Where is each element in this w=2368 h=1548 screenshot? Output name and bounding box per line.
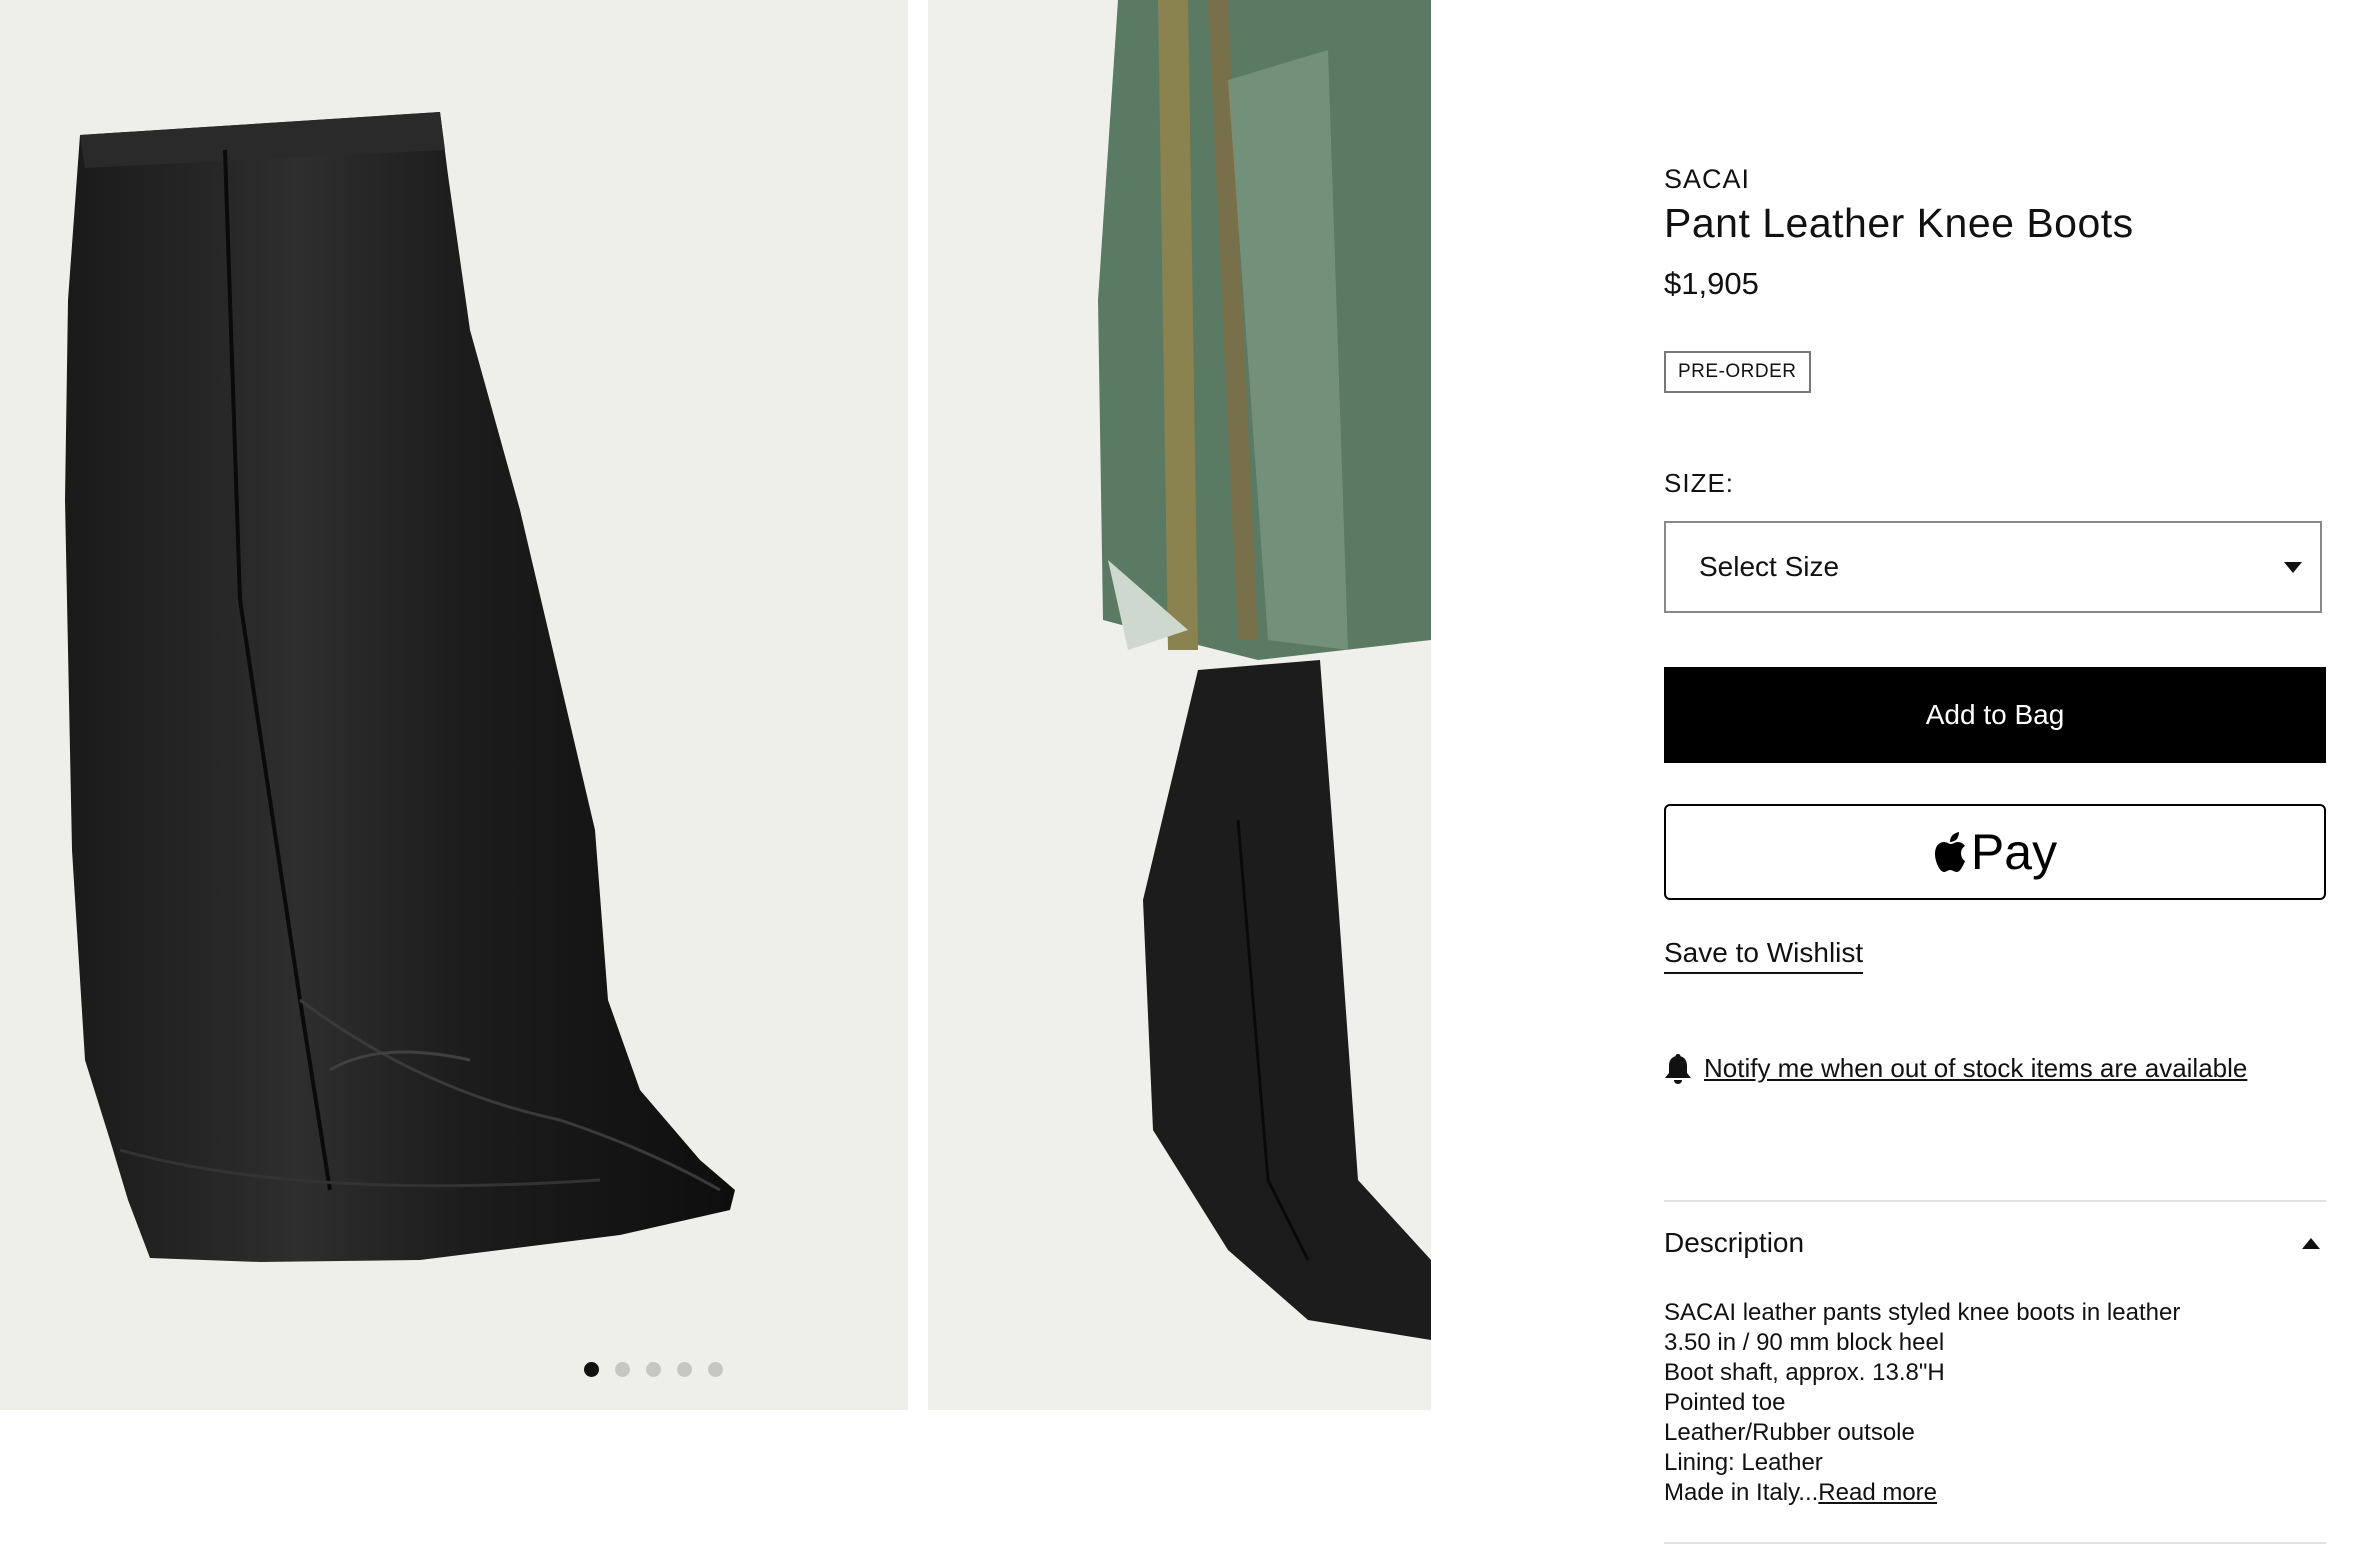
description-line: Made in Italy...: [1664, 1479, 1819, 1506]
description-body: SACAI leather pants styled knee boots in…: [1664, 1298, 2180, 1508]
description-line: Leather/Rubber outsole: [1664, 1419, 1915, 1446]
size-label: SIZE:: [1664, 468, 1735, 498]
carousel-dot[interactable]: [677, 1362, 692, 1377]
description-toggle[interactable]: Description: [1664, 1227, 2326, 1259]
chevron-up-icon: [2302, 1237, 2320, 1249]
carousel-dot[interactable]: [615, 1362, 630, 1377]
save-to-wishlist-link[interactable]: Save to Wishlist: [1664, 937, 1864, 974]
carousel-dots: [584, 1362, 723, 1377]
apple-pay-label: Pay: [1970, 824, 2058, 880]
description-line: Lining: Leather: [1664, 1449, 1823, 1476]
apple-logo-icon: [1934, 832, 1965, 872]
description-line: Boot shaft, approx. 13.8"H: [1664, 1359, 1945, 1386]
carousel-dot[interactable]: [708, 1362, 723, 1377]
description-line: Pointed toe: [1664, 1389, 1786, 1416]
description-line-last: Made in Italy...Read more: [1664, 1478, 2180, 1508]
notify-link[interactable]: Notify me when out of stock items are av…: [1664, 1052, 2247, 1084]
brand-name[interactable]: SACAI: [1664, 164, 1750, 195]
divider: [1664, 1542, 2326, 1544]
product-price: $1,905: [1664, 266, 1759, 301]
size-select-value: Select Size: [1699, 551, 1840, 582]
carousel-dot[interactable]: [584, 1362, 599, 1377]
notify-text: Notify me when out of stock items are av…: [1704, 1052, 2248, 1083]
carousel-dot[interactable]: [646, 1362, 661, 1377]
add-to-bag-button[interactable]: Add to Bag: [1664, 667, 2326, 763]
product-image-main[interactable]: [0, 0, 908, 1410]
bell-icon: [1665, 1054, 1691, 1084]
description-line: SACAI leather pants styled knee boots in…: [1664, 1299, 2181, 1326]
divider: [1664, 1200, 2326, 1202]
apple-pay-button[interactable]: Pay: [1664, 804, 2326, 900]
pre-order-badge: PRE-ORDER: [1664, 351, 1811, 393]
description-heading: Description: [1664, 1227, 1805, 1258]
boot-illustration: [65, 112, 735, 1262]
read-more-link[interactable]: Read more: [1818, 1479, 1937, 1506]
size-select[interactable]: Select Size: [1664, 521, 2322, 613]
product-image-secondary[interactable]: [928, 0, 1431, 1410]
model-illustration: [1098, 0, 1431, 1340]
chevron-down-icon: [2284, 561, 2302, 573]
product-title: Pant Leather Knee Boots: [1664, 200, 2134, 246]
description-line: 3.50 in / 90 mm block heel: [1664, 1329, 1945, 1356]
